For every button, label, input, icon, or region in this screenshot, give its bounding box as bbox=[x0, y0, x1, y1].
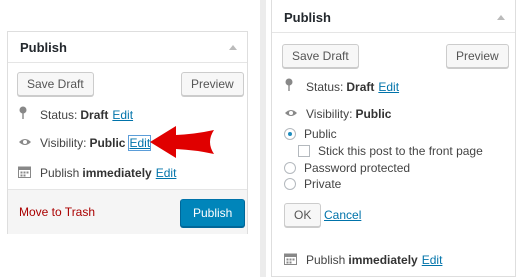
eye-icon bbox=[284, 107, 298, 121]
radio-button[interactable] bbox=[284, 162, 296, 174]
ok-button[interactable]: OK bbox=[284, 203, 322, 227]
eye-icon bbox=[18, 136, 32, 150]
panel-title: Publish bbox=[284, 10, 331, 25]
radio-password[interactable]: Password protected bbox=[284, 161, 410, 175]
status-value: Draft bbox=[80, 107, 109, 122]
sticky-checkbox[interactable] bbox=[298, 145, 310, 157]
visibility-label: Visibility: bbox=[40, 136, 87, 150]
radio-private[interactable]: Private bbox=[284, 177, 341, 191]
visibility-value: Public bbox=[355, 107, 392, 121]
status-edit-link[interactable]: Edit bbox=[112, 108, 133, 122]
status-value: Draft bbox=[346, 79, 375, 94]
cancel-link[interactable]: Cancel bbox=[324, 208, 361, 222]
move-to-trash-link[interactable]: Move to Trash bbox=[19, 205, 95, 219]
calendar-icon bbox=[18, 165, 32, 181]
status-label: Status: bbox=[306, 79, 344, 94]
major-actions: Move to Trash Publish bbox=[8, 189, 247, 234]
option-label: Public bbox=[304, 127, 337, 141]
publish-value: immediately bbox=[82, 166, 152, 180]
publish-button[interactable]: Publish bbox=[180, 199, 246, 227]
status-edit-link[interactable]: Edit bbox=[378, 80, 399, 94]
collapse-arrow-icon[interactable] bbox=[229, 45, 237, 50]
radio-button-selected[interactable] bbox=[284, 128, 296, 140]
visibility-value: Public bbox=[89, 136, 126, 150]
publish-value: immediately bbox=[348, 253, 418, 267]
pin-icon bbox=[284, 78, 298, 95]
publish-box-header[interactable]: Publish bbox=[8, 32, 247, 63]
publish-label: Publish bbox=[306, 253, 346, 267]
column-separator bbox=[260, 0, 266, 277]
option-label: Private bbox=[304, 177, 342, 191]
preview-button[interactable]: Preview bbox=[181, 72, 244, 96]
publish-box-header[interactable]: Publish bbox=[272, 0, 515, 33]
option-label: Stick this post to the front page bbox=[318, 144, 483, 158]
annotation-arrow bbox=[150, 126, 214, 158]
visibility-label: Visibility: bbox=[306, 107, 353, 121]
status-label: Status: bbox=[40, 107, 78, 122]
save-draft-button[interactable]: Save Draft bbox=[17, 72, 94, 96]
save-draft-button[interactable]: Save Draft bbox=[282, 44, 359, 68]
status-row: Status: Draft Edit bbox=[284, 78, 399, 95]
visibility-row: Visibility: Public Edit bbox=[18, 135, 152, 151]
sticky-checkbox-row[interactable]: Stick this post to the front page bbox=[298, 144, 483, 158]
visibility-row: Visibility: Public bbox=[284, 107, 391, 121]
pin-icon bbox=[18, 106, 32, 123]
publish-time-edit-link[interactable]: Edit bbox=[422, 253, 443, 267]
radio-public[interactable]: Public bbox=[284, 127, 337, 141]
publish-time-row: Publish immediately Edit bbox=[18, 165, 176, 181]
publish-time-row: Publish immediately Edit bbox=[284, 252, 442, 268]
publish-label: Publish bbox=[40, 166, 80, 180]
publish-box-right: Publish Save Draft Preview Status: Draft… bbox=[271, 0, 516, 277]
preview-button[interactable]: Preview bbox=[446, 44, 509, 68]
panel-title: Publish bbox=[20, 40, 67, 55]
status-row: Status: Draft Edit bbox=[18, 106, 133, 123]
calendar-icon bbox=[284, 252, 298, 268]
option-label: Password protected bbox=[304, 161, 411, 175]
publish-time-edit-link[interactable]: Edit bbox=[156, 166, 177, 180]
radio-button[interactable] bbox=[284, 178, 296, 190]
collapse-arrow-icon[interactable] bbox=[497, 15, 505, 20]
